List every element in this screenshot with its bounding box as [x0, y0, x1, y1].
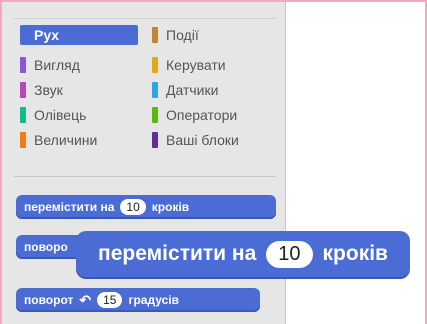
- zoomed-move-block: перемістити на 10 кроків: [76, 231, 410, 277]
- motion-color-swatch: [20, 27, 26, 43]
- category-pen[interactable]: Олівець: [20, 105, 138, 125]
- events-color-swatch: [152, 27, 158, 43]
- category-label: Олівець: [34, 107, 87, 123]
- block-text: перемістити на: [24, 200, 115, 214]
- looks-color-swatch: [20, 57, 26, 73]
- block-suffix: градусів: [128, 293, 179, 307]
- category-list: Рух Вигляд Звук Олівець Величини Події К…: [14, 18, 276, 177]
- rotate-left-icon: ↶: [79, 291, 92, 308]
- variables-color-swatch: [20, 132, 26, 148]
- sensing-color-swatch: [152, 82, 158, 98]
- category-events[interactable]: Події: [152, 25, 272, 45]
- category-label: Керувати: [166, 57, 226, 73]
- category-variables[interactable]: Величини: [20, 130, 138, 150]
- category-label: Датчики: [166, 82, 219, 98]
- degrees-input[interactable]: 15: [97, 292, 123, 308]
- block-text: поворот: [24, 293, 74, 307]
- category-label: Оператори: [166, 107, 238, 123]
- category-my-blocks[interactable]: Ваші блоки: [152, 130, 272, 150]
- block-text: перемістити на: [98, 242, 257, 265]
- category-sensing[interactable]: Датчики: [152, 80, 272, 100]
- steps-input[interactable]: 10: [120, 199, 146, 215]
- my-blocks-color-swatch: [152, 132, 158, 148]
- category-motion[interactable]: Рух: [20, 25, 138, 45]
- category-looks[interactable]: Вигляд: [20, 55, 138, 75]
- category-control[interactable]: Керувати: [152, 55, 272, 75]
- sound-color-swatch: [20, 82, 26, 98]
- category-label: Вигляд: [34, 57, 80, 73]
- category-label: Звук: [34, 82, 63, 98]
- block-text: поворо: [24, 240, 68, 254]
- steps-value: 10: [266, 240, 313, 268]
- category-sound[interactable]: Звук: [20, 80, 138, 100]
- category-label: Ваші блоки: [166, 132, 239, 148]
- operators-color-swatch: [152, 107, 158, 123]
- move-steps-block[interactable]: перемістити на 10 кроків: [16, 195, 276, 219]
- palette-divider: [14, 176, 276, 177]
- control-color-swatch: [152, 57, 158, 73]
- pen-color-swatch: [20, 107, 26, 123]
- category-label: Величини: [34, 132, 98, 148]
- category-label: Рух: [34, 27, 60, 43]
- block-suffix: кроків: [322, 242, 388, 265]
- category-label: Події: [166, 27, 199, 43]
- block-suffix: кроків: [151, 200, 190, 214]
- turn-left-block[interactable]: поворот ↶ 15 градусів: [16, 288, 260, 312]
- category-operators[interactable]: Оператори: [152, 105, 272, 125]
